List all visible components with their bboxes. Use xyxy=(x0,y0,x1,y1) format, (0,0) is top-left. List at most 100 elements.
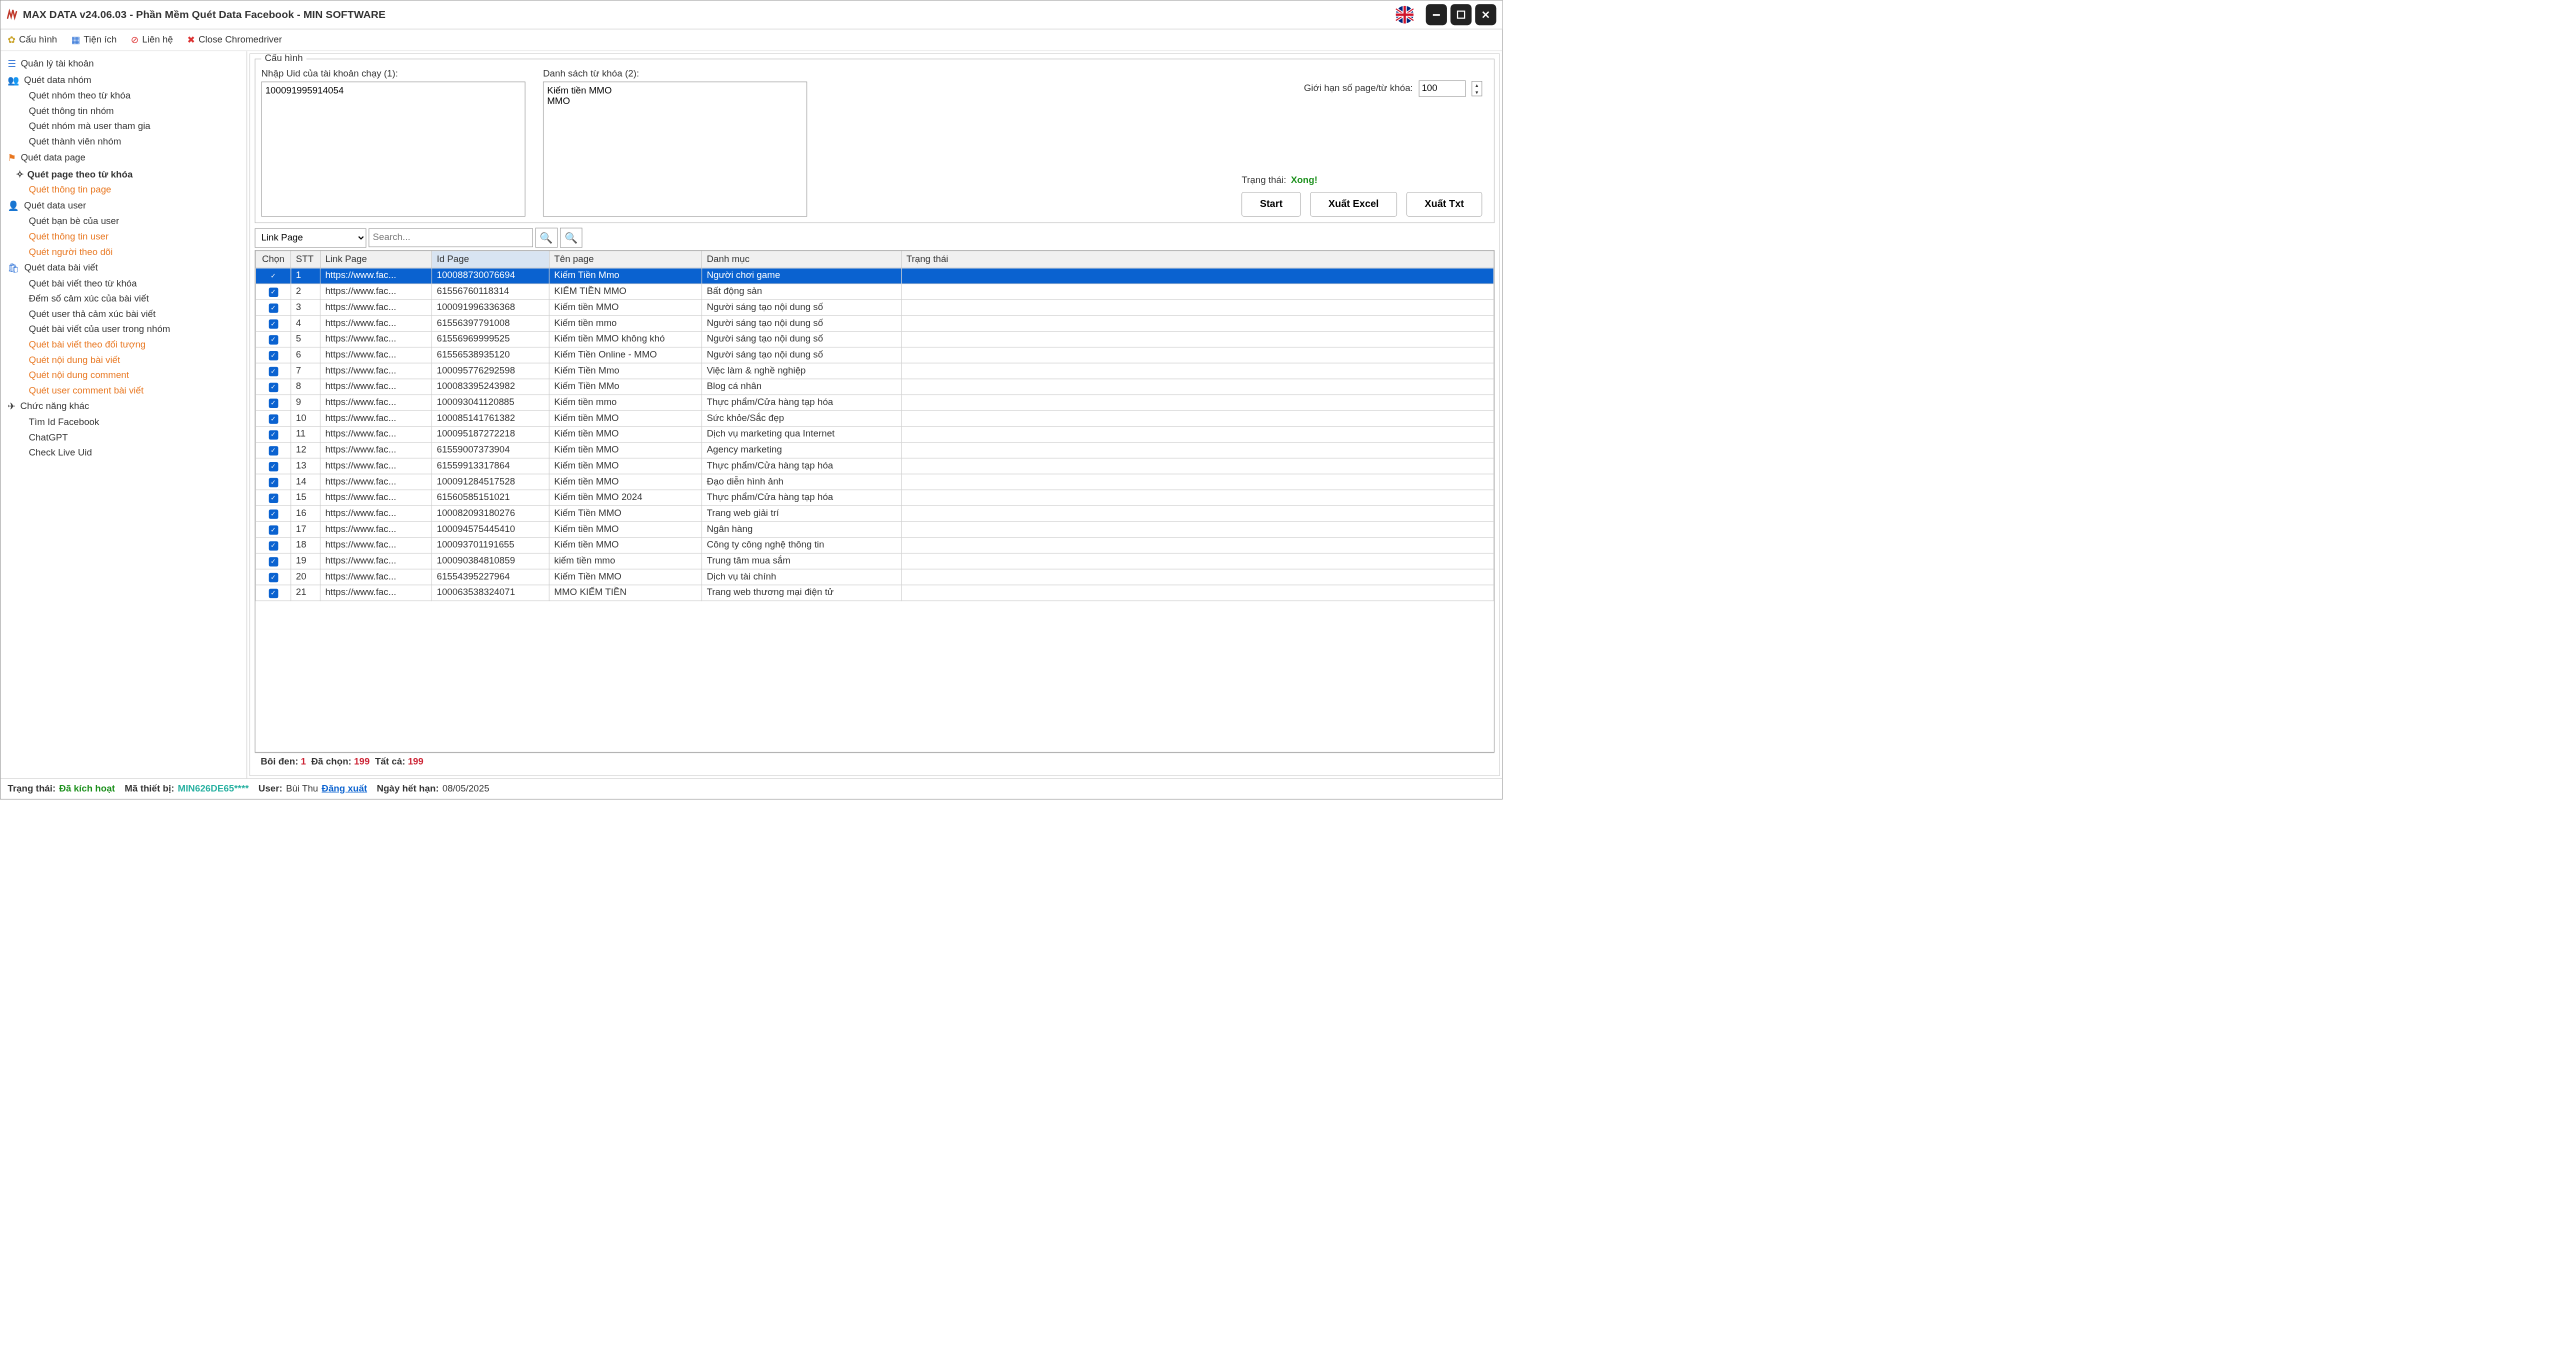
minimize-button[interactable] xyxy=(1426,4,1447,25)
table-row[interactable]: ✓ 13 https://www.fac... 61559913317864 K… xyxy=(256,458,1494,474)
table-row[interactable]: ✓ 5 https://www.fac... 61556969999525 Ki… xyxy=(256,331,1494,347)
checkbox-icon[interactable]: ✓ xyxy=(269,414,278,423)
checkbox-icon[interactable]: ✓ xyxy=(269,351,278,360)
checkbox-icon[interactable]: ✓ xyxy=(269,573,278,582)
sidebar-page-info[interactable]: Quét thông tin page xyxy=(3,183,244,198)
sidebar-comment-users[interactable]: Quét user comment bài viết xyxy=(3,383,244,398)
sidebar-post-data[interactable]: 🛍Quét data bài viết xyxy=(3,260,244,276)
sidebar-group-user[interactable]: Quét nhóm mà user tham gia xyxy=(3,119,244,134)
checkbox-icon[interactable]: ✓ xyxy=(269,493,278,502)
table-row[interactable]: ✓ 11 https://www.fac... 100095187272218 … xyxy=(256,426,1494,442)
limit-spinner[interactable]: ▲▼ xyxy=(1472,81,1483,96)
sidebar-check-uid[interactable]: Check Live Uid xyxy=(3,446,244,461)
table-row[interactable]: ✓ 1 https://www.fac... 100088730076694 K… xyxy=(256,268,1494,284)
col-dm[interactable]: Danh mục xyxy=(702,251,902,268)
table-row[interactable]: ✓ 17 https://www.fac... 100094575445410 … xyxy=(256,522,1494,538)
toolbar-close-driver[interactable]: ✖Close Chromedriver xyxy=(187,34,282,46)
sidebar-post-user-group[interactable]: Quét bài viết của user trong nhóm xyxy=(3,322,244,337)
table-row[interactable]: ✓ 10 https://www.fac... 100085141761382 … xyxy=(256,411,1494,427)
table-row[interactable]: ✓ 8 https://www.fac... 100083395243982 K… xyxy=(256,379,1494,395)
checkbox-icon[interactable]: ✓ xyxy=(269,462,278,471)
search-global-button[interactable]: 🔍 xyxy=(560,228,582,248)
checkbox-icon[interactable]: ✓ xyxy=(269,557,278,566)
checkbox-icon[interactable]: ✓ xyxy=(269,430,278,439)
sidebar-post-react-users[interactable]: Quét user thả cảm xúc bài viết xyxy=(3,307,244,322)
table-row[interactable]: ✓ 18 https://www.fac... 100093701191655 … xyxy=(256,537,1494,553)
col-ten[interactable]: Tên page xyxy=(549,251,702,268)
language-flag-icon[interactable] xyxy=(1393,6,1416,24)
spinner-down-icon[interactable]: ▼ xyxy=(1472,89,1481,96)
results-table-wrap[interactable]: Chọn STT Link Page Id Page Tên page Danh… xyxy=(255,250,1495,752)
cell-ten: Kiếm Tiền MMO xyxy=(549,569,702,585)
cell-ten: Kiếm tiền MMO xyxy=(549,411,702,427)
checkbox-icon[interactable]: ✓ xyxy=(269,446,278,455)
table-row[interactable]: ✓ 2 https://www.fac... 61556760118314 KI… xyxy=(256,284,1494,300)
col-stt[interactable]: STT xyxy=(291,251,320,268)
table-row[interactable]: ✓ 9 https://www.fac... 100093041120885 K… xyxy=(256,395,1494,411)
logout-link[interactable]: Đăng xuất xyxy=(322,784,367,795)
checkbox-icon[interactable]: ✓ xyxy=(269,525,278,534)
checkbox-icon[interactable]: ✓ xyxy=(269,509,278,518)
sidebar-post-keyword[interactable]: Quét bài viết theo từ khóa xyxy=(3,276,244,291)
table-row[interactable]: ✓ 6 https://www.fac... 61556538935120 Ki… xyxy=(256,347,1494,363)
table-row[interactable]: ✓ 21 https://www.fac... 100063538324071 … xyxy=(256,585,1494,601)
checkbox-icon[interactable]: ✓ xyxy=(269,382,278,391)
table-row[interactable]: ✓ 3 https://www.fac... 100091996336368 K… xyxy=(256,300,1494,316)
col-chon[interactable]: Chọn xyxy=(256,251,291,268)
sidebar-comment-content[interactable]: Quét nội dung comment xyxy=(3,368,244,383)
sidebar-group-data[interactable]: 👥Quét data nhóm xyxy=(3,72,244,88)
sidebar-user-info[interactable]: Quét thông tin user xyxy=(3,230,244,245)
table-row[interactable]: ✓ 15 https://www.fac... 61560585151021 K… xyxy=(256,490,1494,506)
sidebar-accounts[interactable]: ☰Quản lý tài khoản xyxy=(3,56,244,72)
sidebar-chatgpt[interactable]: ChatGPT xyxy=(3,430,244,445)
table-row[interactable]: ✓ 4 https://www.fac... 61556397791008 Ki… xyxy=(256,316,1494,332)
sidebar-group-keyword[interactable]: Quét nhóm theo từ khóa xyxy=(3,89,244,104)
sidebar-post-by-target[interactable]: Quét bài viết theo đối tượng xyxy=(3,338,244,353)
sidebar-user-data[interactable]: 👤Quét data user xyxy=(3,198,244,214)
sidebar-find-id[interactable]: Tìm Id Facebook xyxy=(3,415,244,430)
sidebar-group-members[interactable]: Quét thành viên nhóm xyxy=(3,134,244,149)
uid-textarea[interactable]: 100091995914054 xyxy=(261,82,525,217)
toolbar-config[interactable]: ✿Cấu hình xyxy=(8,34,58,46)
checkbox-icon[interactable]: ✓ xyxy=(269,271,278,280)
table-row[interactable]: ✓ 20 https://www.fac... 61554395227964 K… xyxy=(256,569,1494,585)
checkbox-icon[interactable]: ✓ xyxy=(269,398,278,407)
search-button[interactable]: 🔍 xyxy=(535,228,557,248)
sidebar-other[interactable]: ✈Chức năng khác xyxy=(3,399,244,415)
checkbox-icon[interactable]: ✓ xyxy=(269,478,278,487)
table-row[interactable]: ✓ 12 https://www.fac... 61559007373904 K… xyxy=(256,442,1494,458)
col-link[interactable]: Link Page xyxy=(320,251,432,268)
checkbox-icon[interactable]: ✓ xyxy=(269,287,278,296)
col-tt[interactable]: Trạng thái xyxy=(901,251,1493,268)
search-type-select[interactable]: Link Page xyxy=(255,228,367,247)
checkbox-icon[interactable]: ✓ xyxy=(269,367,278,376)
maximize-button[interactable] xyxy=(1450,4,1471,25)
sidebar-post-reactions[interactable]: Đếm số cảm xúc của bài viết xyxy=(3,292,244,307)
limit-input[interactable] xyxy=(1419,80,1466,96)
sidebar-page-keyword[interactable]: ✧Quét page theo từ khóa xyxy=(3,166,244,182)
toolbar-util[interactable]: ▦Tiện ích xyxy=(71,34,116,46)
sidebar-page-data[interactable]: ⚑Quét data page xyxy=(3,150,244,166)
keyword-textarea[interactable]: Kiếm tiền MMO MMO xyxy=(543,82,807,217)
checkbox-icon[interactable]: ✓ xyxy=(269,335,278,344)
search-input[interactable] xyxy=(369,228,533,247)
table-row[interactable]: ✓ 7 https://www.fac... 100095776292598 K… xyxy=(256,363,1494,379)
close-button[interactable] xyxy=(1475,4,1496,25)
checkbox-icon[interactable]: ✓ xyxy=(269,319,278,328)
export-excel-button[interactable]: Xuất Excel xyxy=(1310,192,1397,217)
export-txt-button[interactable]: Xuất Txt xyxy=(1406,192,1482,217)
checkbox-icon[interactable]: ✓ xyxy=(269,541,278,550)
toolbar-contact[interactable]: ⊘Liên hệ xyxy=(131,34,173,46)
sidebar-group-info[interactable]: Quét thông tin nhóm xyxy=(3,104,244,119)
checkbox-icon[interactable]: ✓ xyxy=(269,588,278,597)
table-row[interactable]: ✓ 16 https://www.fac... 100082093180276 … xyxy=(256,506,1494,522)
checkbox-icon[interactable]: ✓ xyxy=(269,303,278,312)
col-id[interactable]: Id Page xyxy=(432,251,549,268)
spinner-up-icon[interactable]: ▲ xyxy=(1472,82,1481,89)
sidebar-user-friends[interactable]: Quét bạn bè của user xyxy=(3,214,244,229)
sidebar-user-followers[interactable]: Quét người theo dõi xyxy=(3,245,244,260)
table-row[interactable]: ✓ 14 https://www.fac... 100091284517528 … xyxy=(256,474,1494,490)
start-button[interactable]: Start xyxy=(1242,192,1301,217)
sidebar-post-content[interactable]: Quét nội dung bài viết xyxy=(3,353,244,368)
table-row[interactable]: ✓ 19 https://www.fac... 100090384810859 … xyxy=(256,553,1494,569)
